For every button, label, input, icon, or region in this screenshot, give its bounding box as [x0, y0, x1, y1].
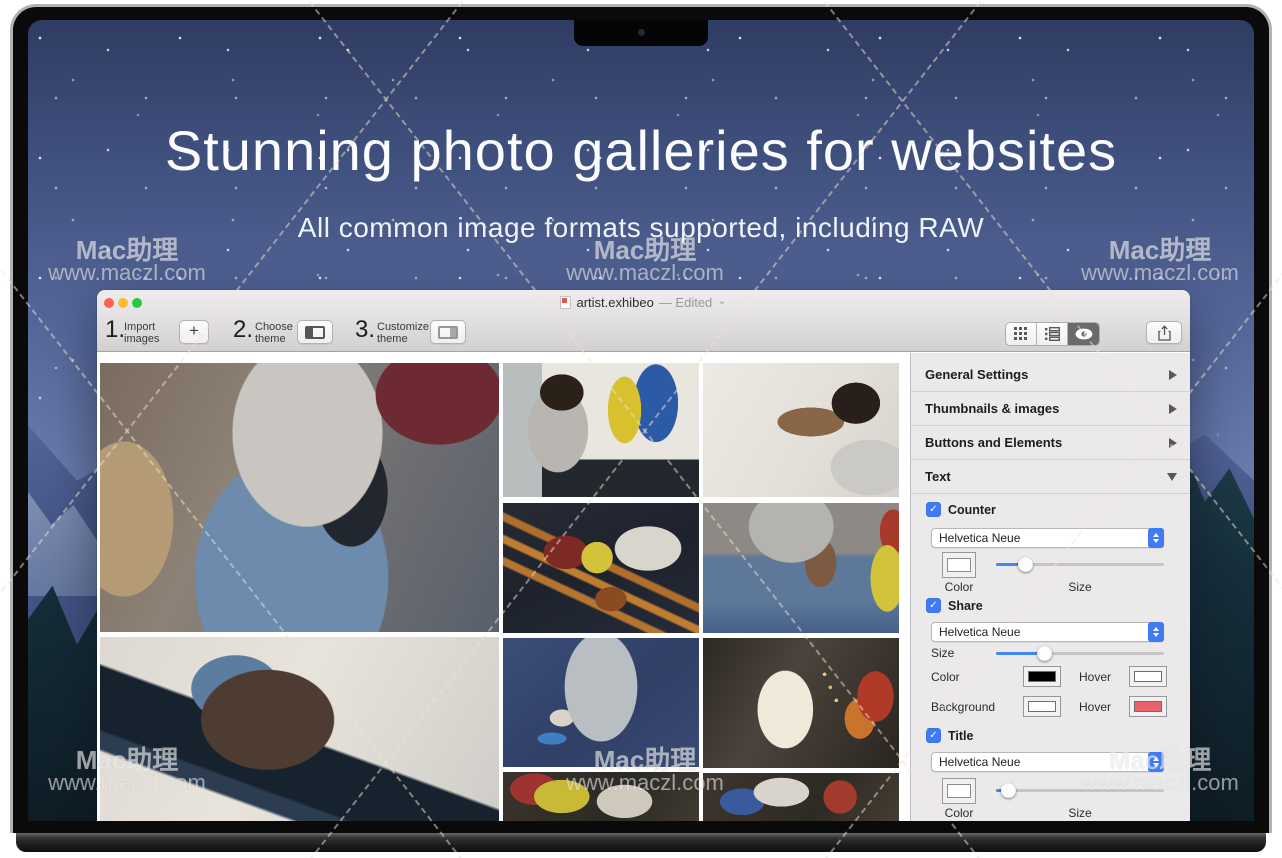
- view-mode-segmented-control: [1005, 322, 1100, 346]
- gallery-photo-7[interactable]: [703, 363, 899, 497]
- hero-title: Stunning photo galleries for websites: [28, 118, 1254, 183]
- gallery-photo-5[interactable]: [503, 638, 699, 767]
- share-button[interactable]: [1146, 321, 1182, 344]
- title-size-label: Size: [1050, 806, 1110, 820]
- stepper-icon: [1148, 622, 1164, 642]
- disclosure-down-icon: [1167, 473, 1177, 481]
- settings-sidebar: General Settings Thumbnails & images But…: [910, 353, 1190, 821]
- gallery-photo-4[interactable]: [503, 503, 699, 633]
- list-view-button[interactable]: [1037, 323, 1068, 345]
- share-color-label: Color: [931, 670, 960, 684]
- share-size-slider[interactable]: [996, 652, 1164, 655]
- grid-view-button[interactable]: [1006, 323, 1037, 345]
- share-background-swatch[interactable]: [1023, 696, 1061, 717]
- counter-color-label: Color: [938, 580, 980, 594]
- title-size-slider[interactable]: [996, 789, 1164, 792]
- preview-view-button[interactable]: [1068, 323, 1099, 345]
- disclosure-right-icon: [1169, 370, 1177, 380]
- slider-thumb[interactable]: [1018, 557, 1033, 572]
- step-2-number: 2.: [233, 316, 253, 344]
- grid-icon: [1014, 327, 1028, 341]
- hero-subtitle: All common image formats supported, incl…: [28, 212, 1254, 244]
- theme-sidebar-left-icon: [305, 326, 325, 339]
- customize-theme-button[interactable]: [430, 320, 466, 344]
- share-size-label: Size: [931, 646, 954, 660]
- camera-notch: [574, 20, 708, 46]
- screenshot-stage: Stunning photo galleries for websites Al…: [0, 0, 1282, 858]
- counter-color-well[interactable]: [942, 552, 976, 578]
- share-color-swatch[interactable]: [1023, 666, 1061, 687]
- eye-icon: [1075, 328, 1093, 340]
- section-text[interactable]: Text: [911, 460, 1190, 494]
- gallery-photo-2[interactable]: [100, 637, 499, 821]
- gallery-photo-6[interactable]: [503, 772, 699, 821]
- gallery-photo-9[interactable]: [703, 638, 899, 768]
- share-hover-color-swatch[interactable]: [1129, 666, 1167, 687]
- slider-thumb[interactable]: [1037, 646, 1052, 661]
- stepper-icon: [1148, 752, 1164, 772]
- share-font-select[interactable]: Helvetica Neue: [931, 622, 1164, 642]
- title-color-label: Color: [938, 806, 980, 820]
- window-title: artist.exhibeo — Edited ⌄: [97, 295, 1190, 310]
- share-background-hover-label: Hover: [1079, 700, 1111, 714]
- laptop-base: [16, 833, 1266, 852]
- document-name: artist.exhibeo: [576, 295, 653, 310]
- disclosure-right-icon: [1169, 438, 1177, 448]
- section-general-settings[interactable]: General Settings: [911, 358, 1190, 392]
- title-color-well[interactable]: [942, 778, 976, 804]
- share-hover-label: Hover: [1079, 670, 1111, 684]
- gallery-photo-10[interactable]: [703, 773, 899, 821]
- counter-size-slider[interactable]: [996, 563, 1164, 566]
- step-3-label: Customize theme: [377, 321, 429, 345]
- slider-thumb[interactable]: [1001, 783, 1016, 798]
- share-icon: [1158, 325, 1171, 341]
- gallery-photo-3[interactable]: [503, 363, 699, 497]
- share-label: Share: [948, 599, 983, 613]
- plus-icon: +: [189, 321, 199, 341]
- camera-icon: [638, 29, 645, 36]
- title-checkbox[interactable]: ✓: [926, 728, 941, 743]
- step-2-label: Choose theme: [255, 321, 293, 345]
- import-images-button[interactable]: +: [179, 320, 209, 344]
- photo-gallery-preview: [97, 353, 910, 821]
- document-icon: [560, 296, 571, 309]
- counter-size-label: Size: [1050, 580, 1110, 594]
- counter-checkbox[interactable]: ✓: [926, 502, 941, 517]
- share-background-hover-swatch[interactable]: [1129, 696, 1167, 717]
- counter-font-select[interactable]: Helvetica Neue: [931, 528, 1164, 548]
- title-label: Title: [948, 729, 973, 743]
- share-background-label: Background: [931, 700, 995, 714]
- counter-label: Counter: [948, 503, 996, 517]
- step-1-label: Import images: [124, 321, 159, 345]
- title-font-select[interactable]: Helvetica Neue: [931, 752, 1164, 772]
- step-1-number: 1.: [105, 316, 125, 344]
- share-checkbox[interactable]: ✓: [926, 598, 941, 613]
- document-status: — Edited: [659, 295, 712, 310]
- laptop-screen: Stunning photo galleries for websites Al…: [28, 20, 1254, 821]
- window-header: artist.exhibeo — Edited ⌄ 1. Import imag…: [97, 290, 1190, 352]
- app-window: artist.exhibeo — Edited ⌄ 1. Import imag…: [97, 290, 1190, 821]
- list-icon: [1045, 327, 1060, 341]
- theme-sidebar-right-icon: [438, 326, 458, 339]
- stepper-icon: [1148, 528, 1164, 548]
- choose-theme-button[interactable]: [297, 320, 333, 344]
- disclosure-right-icon: [1169, 404, 1177, 414]
- gallery-photo-1[interactable]: [100, 363, 499, 632]
- gallery-photo-8[interactable]: [703, 503, 899, 633]
- title-chevron-icon[interactable]: ⌄: [717, 294, 726, 307]
- step-3-number: 3.: [355, 316, 375, 344]
- section-buttons-elements[interactable]: Buttons and Elements: [911, 426, 1190, 460]
- section-thumbnails-images[interactable]: Thumbnails & images: [911, 392, 1190, 426]
